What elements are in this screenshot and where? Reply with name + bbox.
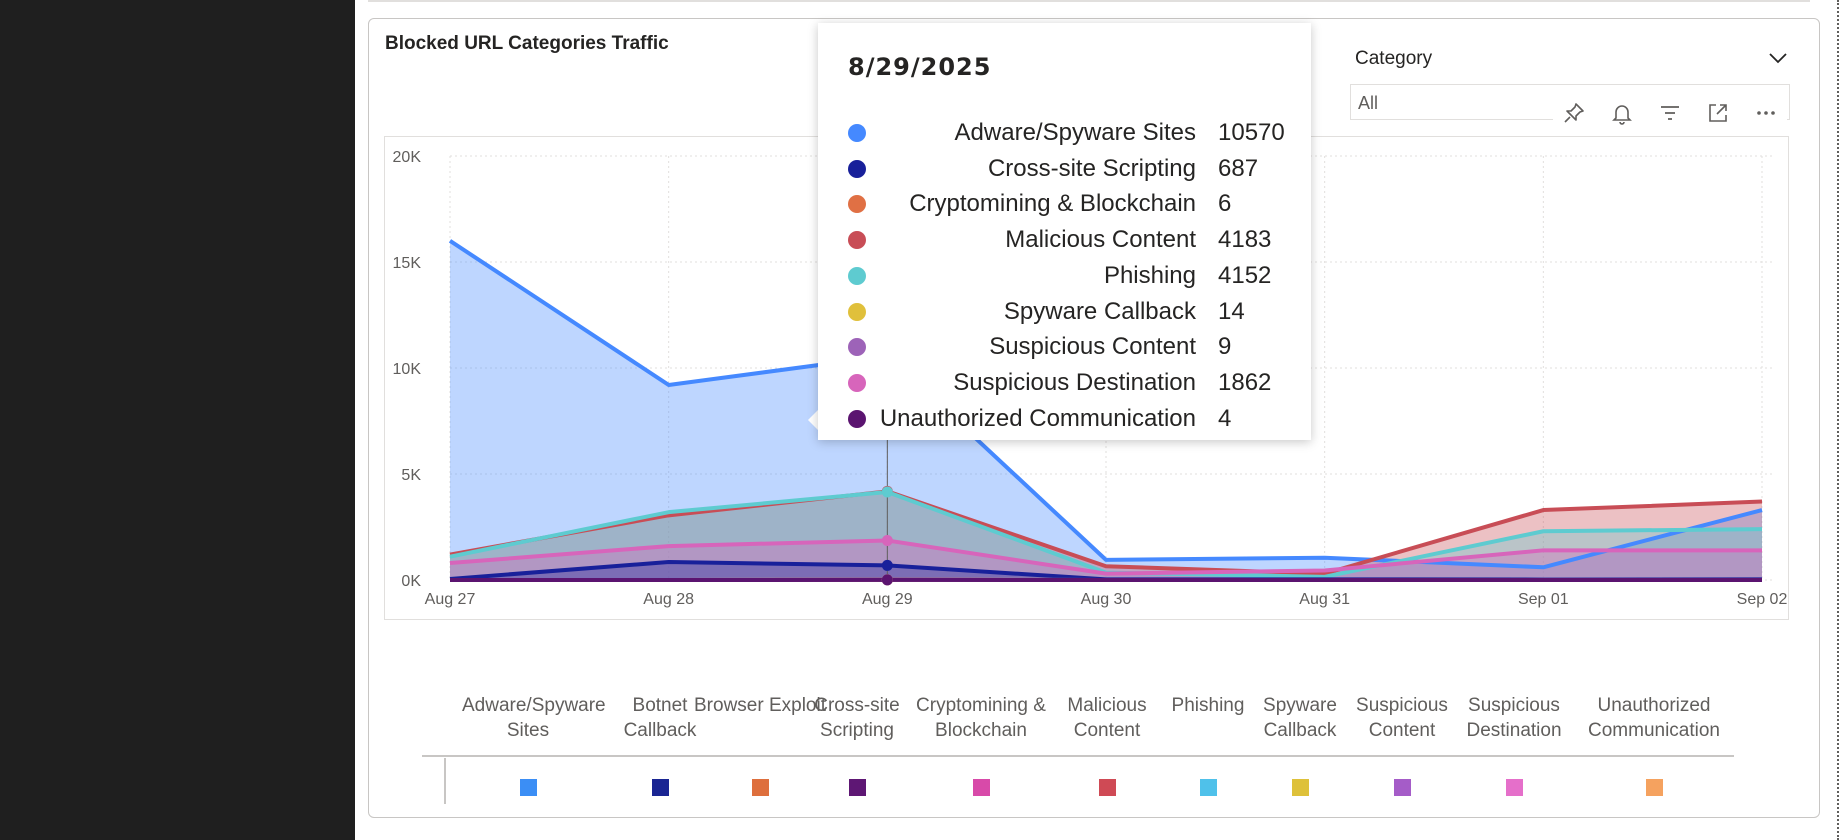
slicer-title: Category [1355,48,1433,69]
tooltip-series-label: Suspicious Content [989,333,1196,361]
x-tick-label: Aug 31 [1299,591,1350,608]
tooltip-series-label: Suspicious Destination [953,368,1196,396]
x-tick-label: Aug 30 [1081,591,1132,608]
pin-icon[interactable] [1559,98,1589,128]
tooltip-series-label: Unauthorized Communication [879,404,1196,432]
tooltip-series-label: Adware/Spyware Sites [954,119,1196,146]
tooltip-series-label: Spyware Callback [1003,297,1196,325]
tooltip-series-dot [848,409,866,428]
tooltip-series-dot [848,159,866,178]
tooltip-series-label: Cryptomining & Blockchain [909,190,1196,218]
tooltip-series-dot [848,231,866,250]
tooltip-series-dot [848,124,866,142]
legend-divider [422,755,1734,757]
tooltip-row: Malicious Content 4183 [818,226,1311,262]
tooltip-series-dot [848,373,866,392]
y-tick-label: 15K [393,255,422,272]
legend-swatch[interactable] [752,779,769,796]
tooltip-row: Cryptomining & Blockchain 6 [818,190,1311,226]
tooltip-row: Unauthorized Communication 4 [818,405,1311,441]
x-tick-label: Sep 02 [1737,591,1788,608]
y-tick-label: 20K [393,149,422,166]
x-tick-label: Aug 28 [643,591,694,608]
legend-item-label[interactable]: Cross-site Scripting [791,693,923,743]
tooltip-series-label: Malicious Content [1005,226,1196,254]
legend-swatch[interactable] [1394,779,1411,796]
tooltip-series-value: 1862 [1218,368,1272,396]
legend-swatch[interactable] [652,779,669,796]
filter-icon[interactable] [1655,98,1685,128]
tooltip-series-value: 6 [1218,190,1232,218]
legend-swatch[interactable] [973,779,990,796]
tooltip-series-dot [848,302,866,321]
x-tick-label: Aug 29 [862,591,913,608]
chevron-down-icon[interactable] [1766,46,1790,70]
tooltip-row: Spyware Callback 14 [818,298,1311,334]
hover-marker [881,535,893,547]
legend-item-label[interactable]: Unauthorized Communication [1588,693,1720,743]
tooltip-series-value: 4183 [1218,226,1272,254]
legend-divider-vertical [444,758,446,804]
tooltip-series-dot [848,266,866,285]
hover-marker [881,559,893,571]
hover-marker [881,486,893,498]
focus-mode-icon[interactable] [1703,98,1733,128]
hover-marker [881,574,893,586]
legend-swatch[interactable] [1646,779,1663,796]
tooltip-series-value: 4 [1218,404,1232,432]
tooltip-series-value: 9 [1218,333,1232,361]
x-tick-label: Aug 27 [425,591,476,608]
tooltip-series-value: 14 [1218,297,1245,325]
legend-swatch[interactable] [849,779,866,796]
y-tick-label: 5K [401,467,421,484]
legend-swatch[interactable] [1506,779,1523,796]
tooltip-date: 8/29/2025 [848,53,992,81]
legend-item-label[interactable]: Suspicious Destination [1448,693,1580,743]
legend-swatch[interactable] [520,779,537,796]
tooltip-row: Adware/Spyware Sites 10570 [818,119,1311,155]
tooltip-series-dot [848,338,866,357]
legend-item-label[interactable]: Adware/Spyware Sites [462,693,606,743]
tooltip-series-value: 4152 [1218,261,1272,289]
tooltip-row: Phishing 4152 [818,262,1311,298]
tooltip-row: Suspicious Destination 1862 [818,369,1311,405]
legend-swatch[interactable] [1099,779,1116,796]
y-tick-label: 10K [393,361,422,378]
tooltip-series-label: Cross-site Scripting [987,154,1196,182]
bell-icon[interactable] [1607,98,1637,128]
visual-header-toolbar [1553,98,1787,128]
tooltip-series-label: Phishing [1103,261,1196,289]
tooltip-row: Suspicious Content 9 [818,333,1311,369]
legend-item-label[interactable]: Cryptomining & Blockchain [915,693,1047,743]
tooltip: 8/29/2025 Adware/Spyware Sites 10570 Cross… [818,23,1311,440]
y-tick-label: 0K [401,573,421,590]
x-tick-label: Sep 01 [1518,591,1569,608]
legend-swatch[interactable] [1292,779,1309,796]
legend-swatch[interactable] [1200,779,1217,796]
tooltip-row: Cross-site Scripting 687 [818,155,1311,191]
more-options-icon[interactable] [1751,98,1781,128]
tooltip-series-dot [848,195,866,214]
tooltip-series-value: 10570 [1218,119,1285,146]
tooltip-series-value: 687 [1218,154,1259,182]
